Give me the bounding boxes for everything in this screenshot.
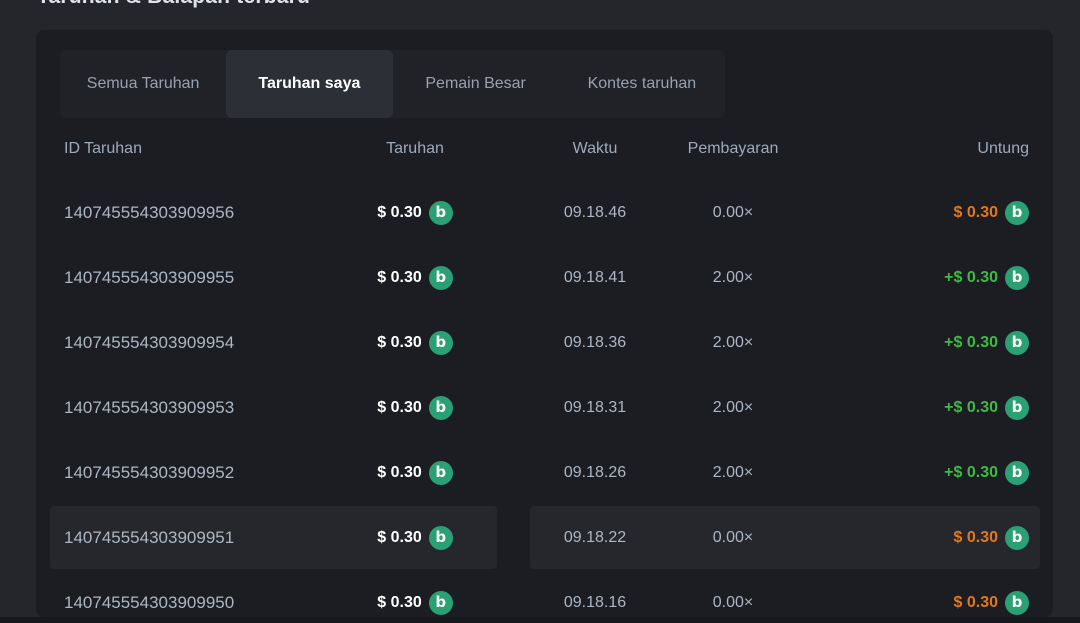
bcd-coin-icon: b	[429, 331, 453, 355]
bcd-coin-icon: b	[1005, 591, 1029, 615]
bet-amount-cell: $ 0.30 b	[310, 461, 520, 485]
table-row[interactable]: 140745554303909953 $ 0.30 b 09.18.31 2.00…	[60, 375, 1029, 440]
bet-profit: +$ 0.30	[944, 399, 998, 417]
bet-profit-cell: $ 0.30 b	[796, 526, 1029, 550]
bet-time: 09.18.22	[520, 529, 670, 547]
bet-payout: 2.00×	[670, 464, 796, 482]
bet-id: 140745554303909955	[60, 268, 310, 288]
bet-profit: $ 0.30	[954, 594, 998, 612]
bcd-coin-icon: b	[1005, 201, 1029, 225]
bets-panel: Semua Taruhan Taruhan saya Pemain Besar …	[36, 30, 1053, 617]
bet-profit: +$ 0.30	[944, 464, 998, 482]
bet-payout: 0.00×	[670, 594, 796, 612]
bottom-edge-strip	[0, 617, 1080, 623]
bet-time: 09.18.36	[520, 334, 670, 352]
bet-id: 140745554303909951	[60, 528, 310, 548]
col-header-id: ID Taruhan	[60, 140, 310, 158]
bet-amount-cell: $ 0.30 b	[310, 266, 520, 290]
bet-profit-cell: +$ 0.30 b	[796, 266, 1029, 290]
bet-payout: 2.00×	[670, 269, 796, 287]
bet-amount-cell: $ 0.30 b	[310, 396, 520, 420]
tab-kontes-taruhan[interactable]: Kontes taruhan	[559, 50, 725, 118]
table-row[interactable]: 140745554303909956 $ 0.30 b 09.18.46 0.00…	[60, 180, 1029, 245]
bet-amount: $ 0.30	[377, 594, 421, 612]
bet-profit-cell: +$ 0.30 b	[796, 331, 1029, 355]
bcd-coin-icon: b	[429, 266, 453, 290]
table-row[interactable]: 140745554303909951 $ 0.30 b 09.18.22 0.00…	[60, 505, 1029, 570]
bets-table: ID Taruhan Taruhan Waktu Pembayaran Untu…	[60, 118, 1029, 617]
bets-tabbar: Semua Taruhan Taruhan saya Pemain Besar …	[60, 50, 725, 118]
bet-time: 09.18.46	[520, 204, 670, 222]
col-header-time: Waktu	[520, 140, 670, 158]
bet-time: 09.18.26	[520, 464, 670, 482]
bcd-coin-icon: b	[1005, 461, 1029, 485]
bet-profit-cell: +$ 0.30 b	[796, 396, 1029, 420]
bet-amount-cell: $ 0.30 b	[310, 591, 520, 615]
bet-time: 09.18.31	[520, 399, 670, 417]
bet-amount: $ 0.30	[377, 204, 421, 222]
bet-profit: +$ 0.30	[944, 269, 998, 287]
bet-payout: 0.00×	[670, 204, 796, 222]
bet-id: 140745554303909950	[60, 593, 310, 613]
bcd-coin-icon: b	[429, 201, 453, 225]
bet-amount-cell: $ 0.30 b	[310, 526, 520, 550]
bet-amount: $ 0.30	[377, 269, 421, 287]
bet-amount: $ 0.30	[377, 464, 421, 482]
bcd-coin-icon: b	[1005, 526, 1029, 550]
bet-profit: $ 0.30	[954, 204, 998, 222]
bet-profit-cell: $ 0.30 b	[796, 201, 1029, 225]
bcd-coin-icon: b	[429, 591, 453, 615]
tab-pemain-besar[interactable]: Pemain Besar	[393, 50, 559, 118]
table-row[interactable]: 140745554303909952 $ 0.30 b 09.18.26 2.00…	[60, 440, 1029, 505]
bet-amount-cell: $ 0.30 b	[310, 201, 520, 225]
bet-amount-cell: $ 0.30 b	[310, 331, 520, 355]
bcd-coin-icon: b	[1005, 266, 1029, 290]
bet-payout: 0.00×	[670, 529, 796, 547]
col-header-profit: Untung	[796, 140, 1029, 158]
bcd-coin-icon: b	[1005, 331, 1029, 355]
bet-id: 140745554303909953	[60, 398, 310, 418]
bet-id: 140745554303909956	[60, 203, 310, 223]
bcd-coin-icon: b	[429, 461, 453, 485]
bet-profit: +$ 0.30	[944, 334, 998, 352]
bet-amount: $ 0.30	[377, 334, 421, 352]
table-row[interactable]: 140745554303909950 $ 0.30 b 09.18.16 0.00…	[60, 570, 1029, 617]
bet-payout: 2.00×	[670, 334, 796, 352]
tab-taruhan-saya[interactable]: Taruhan saya	[226, 50, 392, 118]
col-header-payout: Pembayaran	[670, 140, 796, 158]
bcd-coin-icon: b	[429, 526, 453, 550]
bet-amount: $ 0.30	[377, 399, 421, 417]
bet-payout: 2.00×	[670, 399, 796, 417]
bet-profit: $ 0.30	[954, 529, 998, 547]
table-row[interactable]: 140745554303909954 $ 0.30 b 09.18.36 2.00…	[60, 310, 1029, 375]
page-title: Taruhan & Balapan terbaru	[37, 0, 310, 9]
bet-id: 140745554303909954	[60, 333, 310, 353]
col-header-bet: Taruhan	[310, 140, 520, 158]
bet-time: 09.18.41	[520, 269, 670, 287]
bet-profit-cell: $ 0.30 b	[796, 591, 1029, 615]
bcd-coin-icon: b	[429, 396, 453, 420]
bcd-coin-icon: b	[1005, 396, 1029, 420]
bet-amount: $ 0.30	[377, 529, 421, 547]
table-row[interactable]: 140745554303909955 $ 0.30 b 09.18.41 2.00…	[60, 245, 1029, 310]
tab-semua-taruhan[interactable]: Semua Taruhan	[60, 50, 226, 118]
bet-profit-cell: +$ 0.30 b	[796, 461, 1029, 485]
table-header-row: ID Taruhan Taruhan Waktu Pembayaran Untu…	[60, 118, 1029, 180]
bet-time: 09.18.16	[520, 594, 670, 612]
bet-id: 140745554303909952	[60, 463, 310, 483]
